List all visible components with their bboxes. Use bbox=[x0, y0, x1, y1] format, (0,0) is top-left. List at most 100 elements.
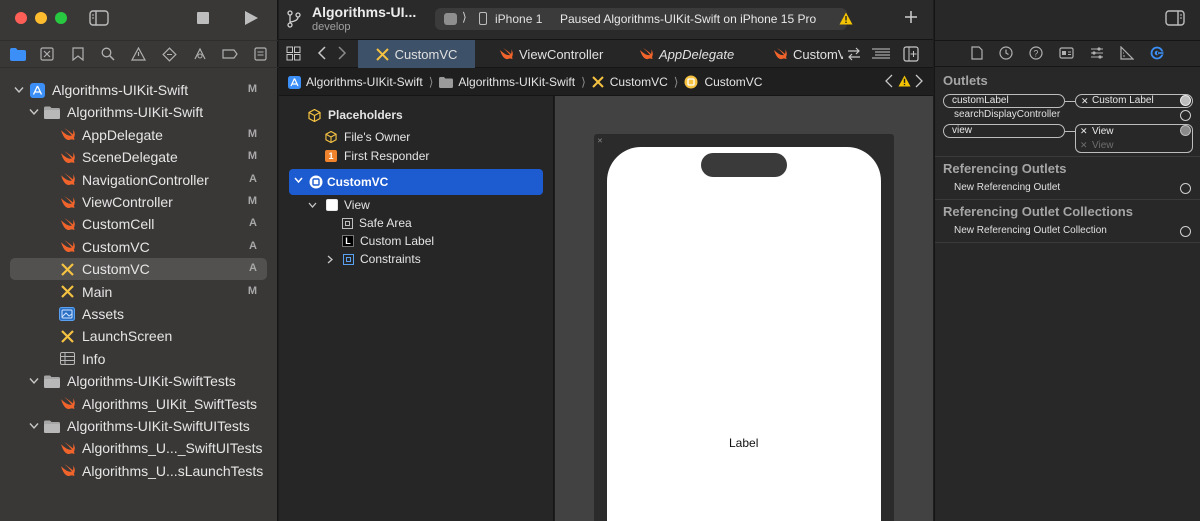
sidebar-item-algorithms-uikit-swift[interactable]: Algorithms-UIKit-Swift bbox=[10, 101, 267, 123]
branch-name[interactable]: develop bbox=[312, 21, 351, 33]
disclosure-chevron-icon[interactable] bbox=[294, 177, 303, 184]
bookmark-navigator-icon[interactable] bbox=[72, 47, 84, 61]
breadcrumb-group[interactable]: Algorithms-UIKit-Swift bbox=[458, 75, 575, 89]
sidebar-item-label: LaunchScreen bbox=[82, 328, 173, 345]
stop-icon[interactable] bbox=[197, 12, 209, 24]
file-inspector-icon[interactable] bbox=[971, 46, 983, 60]
outlet-customlabel-target[interactable]: ✕ Custom Label bbox=[1075, 94, 1193, 108]
minimize-window-button[interactable] bbox=[35, 12, 47, 24]
issue-warning-icon[interactable] bbox=[898, 75, 911, 87]
sidebar-item-algorithms-u-slaunchtests[interactable]: Algorithms_U...sLaunchTests bbox=[10, 460, 267, 482]
sidebar-item-appdelegate[interactable]: AppDelegate M bbox=[10, 124, 267, 146]
files-owner-row[interactable]: File's Owner bbox=[325, 128, 410, 146]
forward-chevron-icon[interactable] bbox=[337, 45, 347, 61]
breadcrumb-separator-icon: ⟩ bbox=[673, 75, 679, 89]
canvas-label[interactable]: Label bbox=[729, 436, 758, 450]
project-title[interactable]: Algorithms-UI... bbox=[312, 4, 416, 20]
activity-status-bar[interactable]: ⟩ iPhone 1 Paused Algorithms-UIKit-Swift… bbox=[435, 8, 853, 30]
swap-editor-icon[interactable] bbox=[847, 47, 861, 61]
disclosure-chevron-icon[interactable] bbox=[29, 108, 39, 118]
sidebar-item-viewcontroller[interactable]: ViewController M bbox=[10, 191, 267, 213]
inspector-toggle-icon[interactable] bbox=[1165, 10, 1185, 26]
editor-options-icon[interactable] bbox=[872, 48, 890, 60]
previous-issue-chevron-icon[interactable] bbox=[885, 74, 893, 88]
tab-customvc-xib[interactable]: CustomVC bbox=[358, 40, 475, 68]
history-inspector-icon[interactable] bbox=[999, 46, 1013, 60]
folder-icon bbox=[44, 418, 60, 434]
add-icon[interactable] bbox=[904, 10, 918, 24]
new-referencing-outlet-circle-icon[interactable] bbox=[1180, 183, 1191, 194]
disclosure-right-chevron-icon[interactable] bbox=[327, 255, 334, 264]
breakpoint-navigator-icon[interactable] bbox=[222, 49, 238, 59]
disclosure-chevron-icon[interactable] bbox=[29, 377, 39, 387]
first-responder-row[interactable]: 1 First Responder bbox=[325, 147, 429, 165]
connections-inspector-icon[interactable] bbox=[1150, 46, 1164, 60]
help-inspector-icon[interactable]: ? bbox=[1029, 46, 1043, 60]
outline-item-safe-area[interactable]: Safe Area bbox=[342, 214, 412, 232]
sidebar-item-algorithms-uikit-swifttests[interactable]: Algorithms-UIKit-SwiftTests bbox=[10, 370, 267, 392]
disconnect-x-icon[interactable]: ✕ bbox=[1080, 140, 1088, 151]
back-chevron-icon[interactable] bbox=[317, 45, 327, 61]
sidebar-item-main[interactable]: Main M bbox=[10, 281, 267, 303]
sidebar-item-algorithms-uikit-swift[interactable]: Algorithms-UIKit-Swift M bbox=[10, 79, 267, 101]
sidebar-item-navigationcontroller[interactable]: NavigationController A bbox=[10, 169, 267, 191]
warning-icon[interactable] bbox=[839, 12, 853, 25]
identity-inspector-icon[interactable] bbox=[1059, 47, 1074, 59]
tab-appdelegate[interactable]: AppDelegate bbox=[639, 40, 769, 68]
breadcrumb-file[interactable]: CustomVC bbox=[610, 75, 668, 89]
test-navigator-icon[interactable] bbox=[162, 47, 177, 62]
scene-close-icon[interactable]: ✕ bbox=[597, 137, 603, 145]
sidebar-item-customcell[interactable]: CustomCell A bbox=[10, 213, 267, 235]
outlet-connected-circle-icon[interactable] bbox=[1180, 125, 1191, 136]
device-view[interactable] bbox=[607, 147, 881, 521]
disconnect-x-icon[interactable]: ✕ bbox=[1081, 95, 1089, 107]
outlet-empty-circle-icon[interactable] bbox=[1180, 110, 1191, 121]
related-items-icon[interactable] bbox=[286, 46, 301, 61]
outline-item-constraints[interactable]: Constraints bbox=[327, 250, 421, 268]
sidebar-item-algorithms-uikit-swifttests[interactable]: Algorithms_UIKit_SwiftTests bbox=[10, 393, 267, 415]
sidebar-item-assets[interactable]: Assets bbox=[10, 303, 267, 325]
disconnect-x-icon[interactable]: ✕ bbox=[1080, 126, 1088, 137]
outline-item-custom-label[interactable]: L Custom Label bbox=[342, 232, 434, 250]
close-window-button[interactable] bbox=[15, 12, 27, 24]
sidebar-item-scenedelegate[interactable]: SceneDelegate M bbox=[10, 146, 267, 168]
files-owner-label: File's Owner bbox=[344, 130, 411, 144]
label-icon: L bbox=[342, 235, 354, 247]
breadcrumb-object[interactable]: CustomVC bbox=[704, 75, 762, 89]
outline-item-customvc[interactable]: CustomVC bbox=[289, 169, 543, 195]
add-editor-icon[interactable] bbox=[903, 46, 919, 62]
debug-navigator-icon[interactable] bbox=[193, 47, 207, 61]
outlet-view-target-group[interactable]: ✕ View ✕ View bbox=[1075, 124, 1193, 153]
zoom-window-button[interactable] bbox=[55, 12, 67, 24]
source-control-navigator-icon[interactable] bbox=[40, 47, 54, 61]
sidebar-item-customvc[interactable]: CustomVC A bbox=[10, 236, 267, 258]
new-referencing-collection-circle-icon[interactable] bbox=[1180, 226, 1191, 237]
report-navigator-icon[interactable] bbox=[254, 47, 267, 61]
sidebar-item-launchscreen[interactable]: LaunchScreen bbox=[10, 325, 267, 347]
sidebar-toggle-icon[interactable] bbox=[89, 10, 109, 26]
app-scheme-icon bbox=[444, 13, 457, 25]
navigator-selector-bar bbox=[0, 40, 278, 68]
next-issue-chevron-icon[interactable] bbox=[915, 74, 923, 88]
outlet-view[interactable]: view bbox=[943, 124, 1065, 138]
disclosure-chevron-icon[interactable] bbox=[29, 422, 39, 432]
destination-device[interactable]: iPhone 1 bbox=[495, 12, 542, 26]
folder-navigator-icon[interactable] bbox=[10, 48, 26, 61]
breadcrumb-project[interactable]: Algorithms-UIKit-Swift bbox=[306, 75, 423, 89]
sidebar-item-algorithms-uikit-swiftuitests[interactable]: Algorithms-UIKit-SwiftUITests bbox=[10, 415, 267, 437]
disclosure-chevron-icon[interactable] bbox=[308, 202, 317, 209]
outlet-connected-circle-icon[interactable] bbox=[1180, 95, 1191, 106]
attributes-inspector-icon[interactable] bbox=[1090, 46, 1104, 60]
tab-customvc-swift[interactable]: CustomV bbox=[773, 40, 843, 68]
sidebar-item-info[interactable]: Info bbox=[10, 348, 267, 370]
find-navigator-icon[interactable] bbox=[101, 47, 115, 61]
tab-viewcontroller[interactable]: ViewController bbox=[499, 40, 639, 68]
size-inspector-icon[interactable] bbox=[1120, 46, 1134, 60]
outline-item-view[interactable]: View bbox=[308, 196, 370, 214]
run-icon[interactable] bbox=[243, 10, 259, 26]
outlet-customlabel[interactable]: customLabel bbox=[943, 94, 1065, 108]
issue-navigator-icon[interactable] bbox=[131, 47, 146, 61]
sidebar-item-customvc[interactable]: CustomVC A bbox=[10, 258, 267, 281]
disclosure-chevron-icon[interactable] bbox=[14, 86, 24, 96]
sidebar-item-algorithms-u-swiftuitests[interactable]: Algorithms_U..._SwiftUITests bbox=[10, 437, 267, 459]
